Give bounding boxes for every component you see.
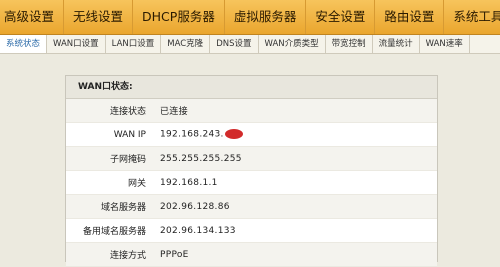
nav-security-settings[interactable]: 安全设置 [306,0,376,34]
panel-title: WAN口状态: [66,76,437,99]
tab-system-status[interactable]: 系统状态 [0,35,48,53]
row-value: 202.96.134.133 [160,225,236,236]
tab-lan-settings[interactable]: LAN口设置 [106,35,162,53]
row-label: 连接状态 [109,107,146,117]
table-row: 连接状态 已连接 [66,99,437,123]
row-label: 子网掩码 [109,155,146,165]
row-value: 已连接 [160,107,188,117]
nav-advanced-settings[interactable]: 高级设置 [0,0,65,34]
redaction-mark [224,129,243,140]
row-label: 备用域名服务器 [82,227,146,237]
tab-mac-clone[interactable]: MAC克隆 [161,35,211,53]
wan-ip-value: 192.168.243. [160,129,224,140]
nav-dhcp-server[interactable]: DHCP服务器 [133,0,225,34]
nav-routing-settings[interactable]: 路由设置 [375,0,445,34]
row-label: WAN IP [113,129,146,140]
table-row: WAN IP 192.168.243. [66,123,437,147]
row-label: 域名服务器 [100,203,146,213]
tab-dns-settings[interactable]: DNS设置 [210,35,259,53]
row-value: 255.255.255.255 [160,153,242,164]
status-table: 连接状态 已连接 WAN IP 192.168.243. 子网掩码 255.25… [66,99,437,267]
tab-bandwidth-control[interactable]: 带宽控制 [326,35,373,53]
tab-wan-settings[interactable]: WAN口设置 [47,35,106,53]
tab-wan-speed[interactable]: WAN速率 [420,35,470,53]
nav-virtual-server[interactable]: 虚拟服务器 [225,0,307,34]
wan-status-panel: WAN口状态: 连接状态 已连接 WAN IP 192.168.243. 子网掩… [65,75,438,267]
table-row: 连接方式 PPPoE [66,243,437,267]
row-value: 192.168.243. [160,129,243,140]
table-row: 备用域名服务器 202.96.134.133 [66,219,437,243]
row-label: 网关 [127,179,146,189]
row-label: 连接方式 [109,251,146,261]
table-row: 域名服务器 202.96.128.86 [66,195,437,219]
top-navigation: 高级设置 无线设置 DHCP服务器 虚拟服务器 安全设置 路由设置 系统工具 [0,0,500,35]
tab-wan-media-type[interactable]: WAN介质类型 [259,35,326,53]
table-row: 子网掩码 255.255.255.255 [66,147,437,171]
row-value: 192.168.1.1 [160,177,218,188]
sub-navigation: 系统状态 WAN口设置 LAN口设置 MAC克隆 DNS设置 WAN介质类型 带… [0,35,500,54]
table-row: 网关 192.168.1.1 [66,171,437,195]
row-value: PPPoE [160,249,189,260]
row-value: 202.96.128.86 [160,201,230,212]
nav-wireless-settings[interactable]: 无线设置 [64,0,134,34]
nav-system-tools[interactable]: 系统工具 [444,0,500,34]
tab-traffic-stats[interactable]: 流量统计 [373,35,420,53]
